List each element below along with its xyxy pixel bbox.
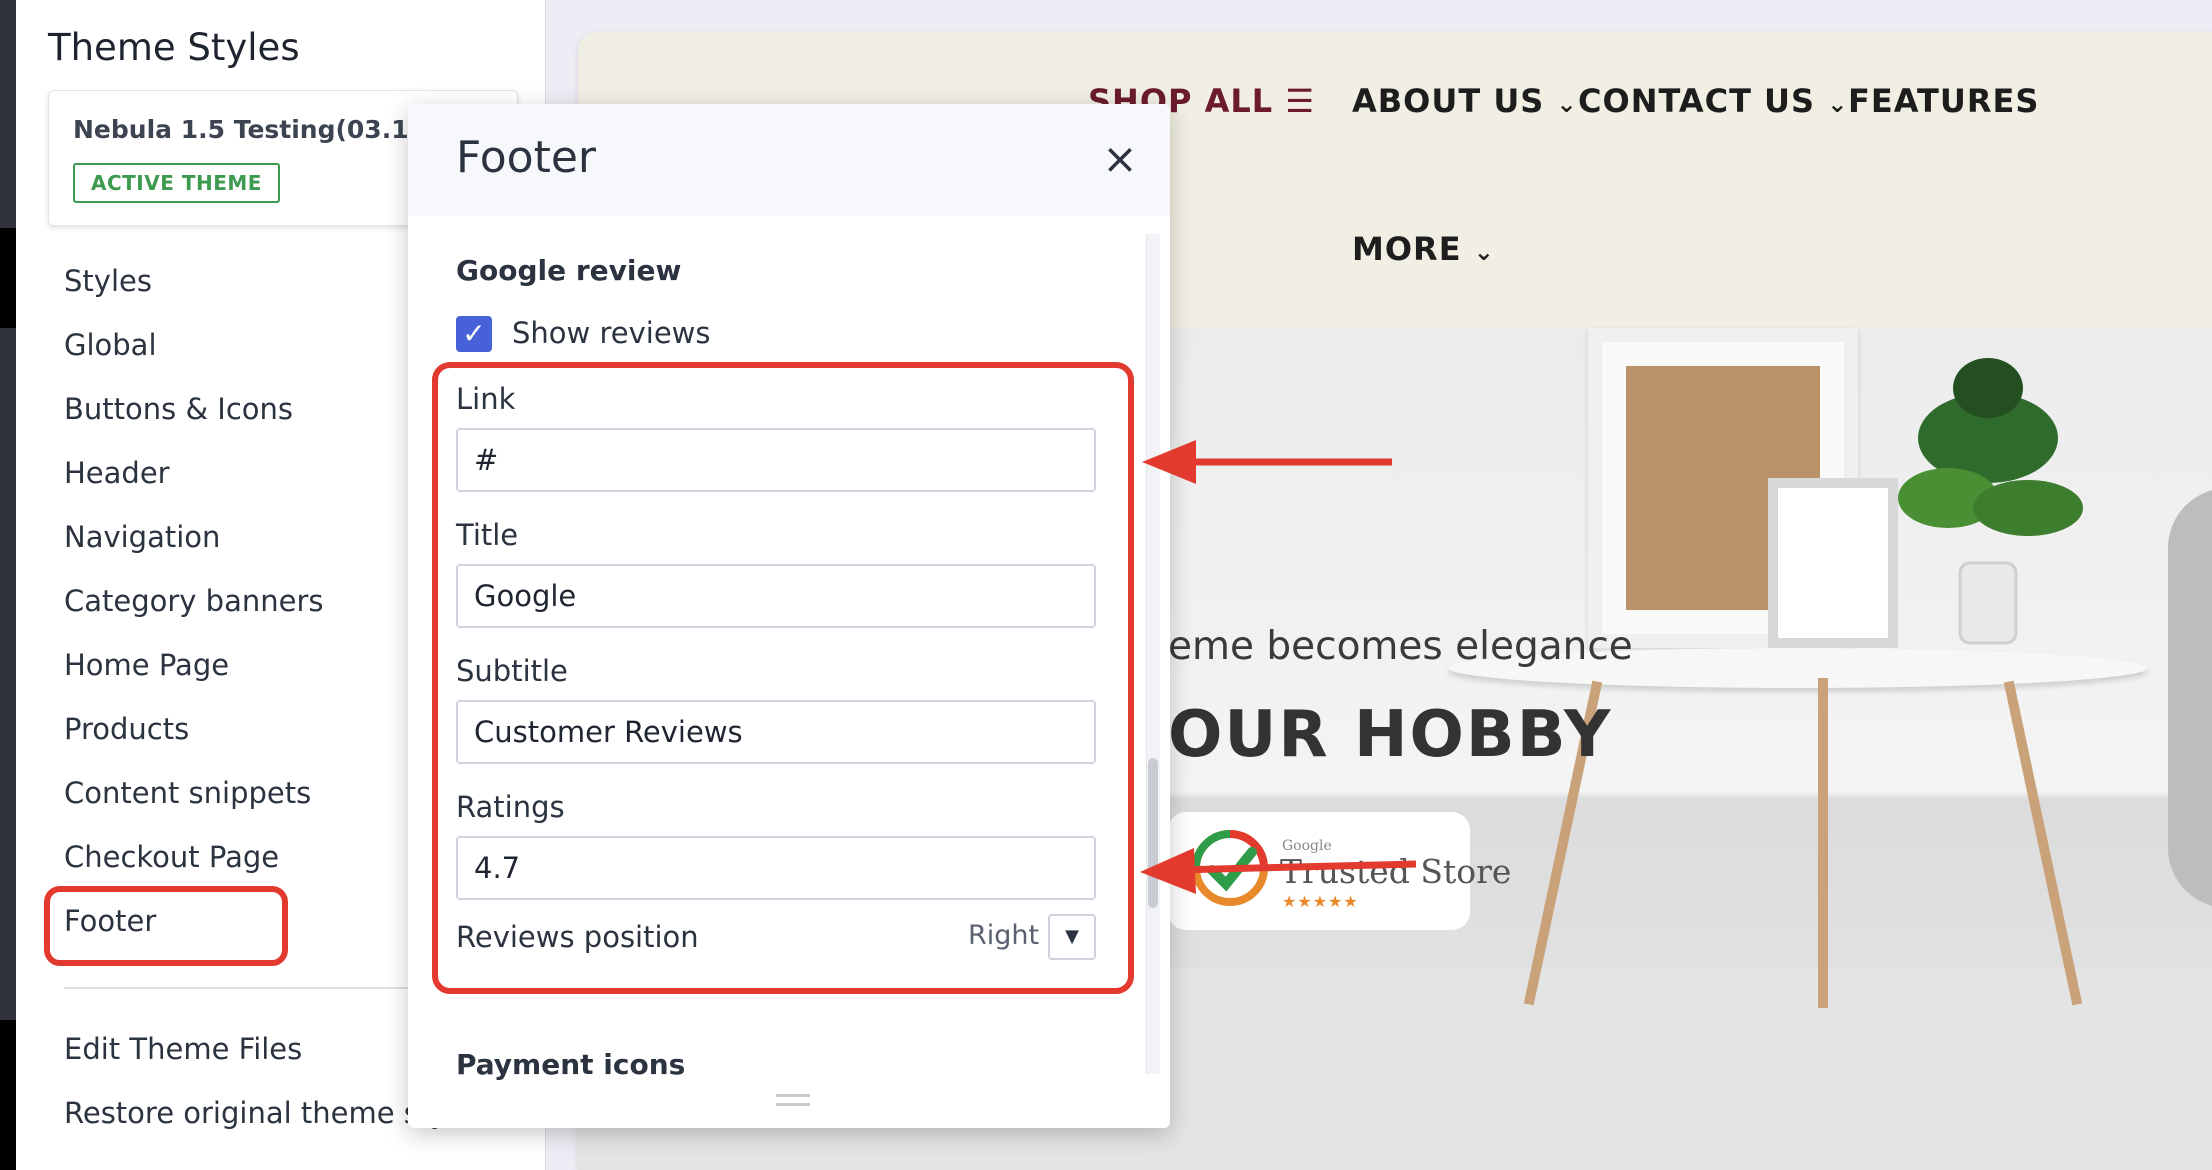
footer-settings-panel: Footer × Google review ✓ Show reviews Li… [408, 104, 1170, 1128]
sidebar-item-global[interactable]: Global [64, 328, 157, 362]
nav-contact-us-label: CONTACT US [1578, 82, 1816, 120]
nav-about-us-label: ABOUT US [1352, 82, 1545, 120]
sidebar-item-home-page[interactable]: Home Page [64, 648, 229, 682]
panel-header: Footer × [408, 104, 1170, 216]
sidebar-item-products[interactable]: Products [64, 712, 189, 746]
sidebar-item-navigation[interactable]: Navigation [64, 520, 220, 554]
arrow-left-icon [1140, 848, 1417, 894]
nav-about-us[interactable]: ABOUT US ⌄ [1352, 82, 1578, 120]
hamburger-icon: ☰ [1285, 82, 1315, 120]
sidebar-title: Theme Styles [48, 26, 300, 69]
hero-small-frame [1768, 478, 1898, 648]
show-reviews-checkbox[interactable]: ✓ [456, 316, 492, 352]
hero-heading: OUR HOBBY [1168, 698, 1613, 772]
sidebar-item-header[interactable]: Header [64, 456, 170, 490]
active-theme-badge: ACTIVE THEME [73, 163, 280, 203]
arrow-left-icon [1142, 440, 1392, 484]
hero-tagline: eme becomes elegance [1168, 624, 1633, 669]
payment-icons-heading: Payment icons [456, 1048, 686, 1081]
google-review-heading: Google review [456, 254, 682, 287]
footer-item-highlight [44, 886, 288, 966]
show-reviews-label[interactable]: Show reviews [512, 316, 710, 350]
edge-bar [0, 1020, 16, 1170]
window-edge [0, 0, 16, 1170]
nav-contact-us[interactable]: CONTACT US ⌄ [1578, 82, 1848, 120]
chevron-down-icon: ⌄ [1473, 238, 1495, 266]
review-fields-highlight [432, 362, 1134, 994]
sidebar-item-checkout-page[interactable]: Checkout Page [64, 840, 279, 874]
nav-features[interactable]: FEATURES [1848, 82, 2039, 120]
sidebar-item-buttons-icons[interactable]: Buttons & Icons [64, 392, 293, 426]
panel-scrollbar[interactable] [1146, 234, 1160, 1074]
panel-title: Footer [456, 132, 596, 183]
close-icon[interactable]: × [1094, 134, 1146, 186]
nav-more-label: MORE [1352, 230, 1462, 268]
nav-more[interactable]: MORE ⌄ [1352, 230, 1495, 268]
sidebar-item-category-banners[interactable]: Category banners [64, 584, 324, 618]
drag-handle-icon[interactable] [776, 1094, 810, 1106]
edge-bar [0, 228, 16, 328]
edit-theme-files-link[interactable]: Edit Theme Files [64, 1032, 302, 1066]
chevron-down-icon: ⌄ [1556, 90, 1578, 118]
sidebar-item-styles[interactable]: Styles [64, 264, 152, 298]
chevron-down-icon: ⌄ [1827, 90, 1849, 118]
hero-chair [2168, 488, 2212, 908]
table-leg [1818, 678, 1828, 1008]
restore-theme-link[interactable]: Restore original theme sty [64, 1096, 447, 1130]
hero-plant-image [1898, 358, 2083, 645]
table-leg [2003, 680, 2083, 1006]
sidebar-item-content-snippets[interactable]: Content snippets [64, 776, 311, 810]
